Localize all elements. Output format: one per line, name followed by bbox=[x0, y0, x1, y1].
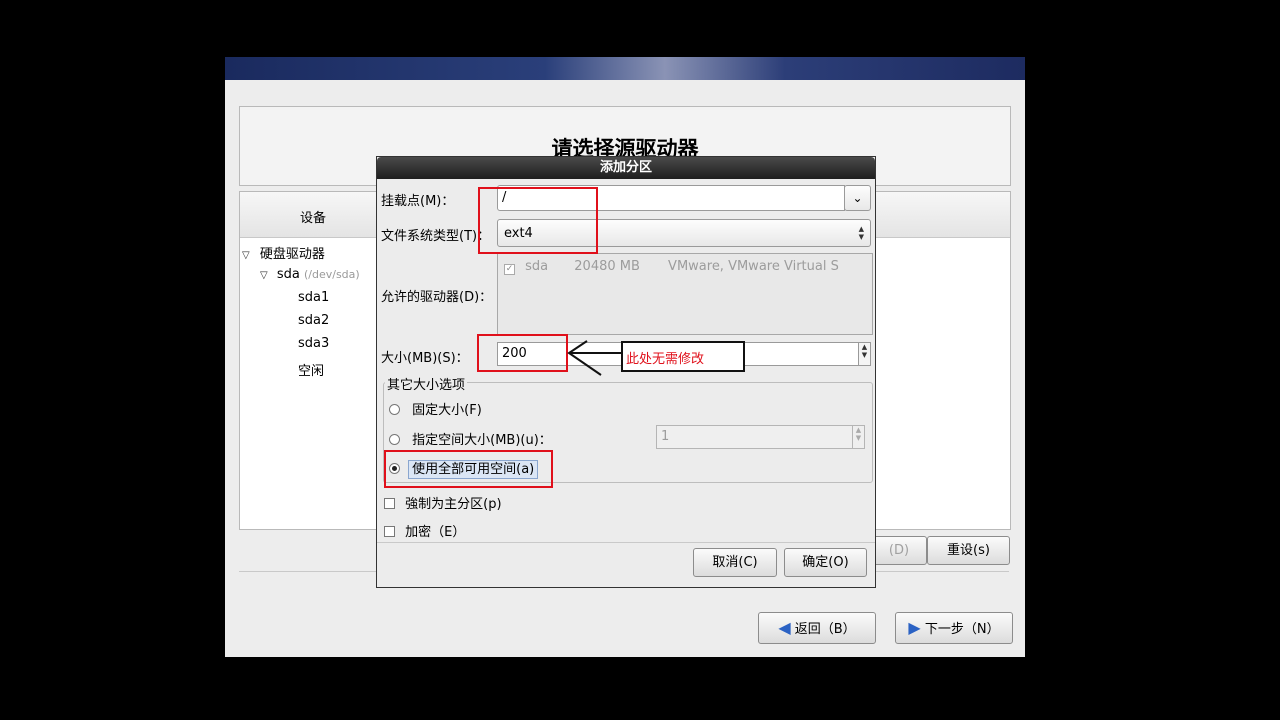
encrypt-option[interactable]: 加密（E） bbox=[384, 521, 465, 540]
annotation-highlight-fill bbox=[384, 450, 553, 488]
next-button-label: 下一步（N） bbox=[924, 622, 1000, 637]
drive-checkbox[interactable]: ✓ bbox=[504, 264, 515, 275]
back-button[interactable]: ◀ 返回（B） bbox=[758, 612, 876, 644]
add-partition-dialog: 添加分区 挂载点(M)： / ⌄ 文件系统类型(T)： ext4 ▲ ▼ 允许的驱… bbox=[376, 156, 876, 588]
chevron-down-icon: ⌄ bbox=[852, 191, 863, 205]
fixed-size-label: 固定大小(F) bbox=[412, 403, 482, 418]
delete-button: (D) bbox=[871, 536, 927, 565]
force-primary-checkbox[interactable] bbox=[384, 498, 395, 509]
mount-point-label: 挂载点(M)： bbox=[381, 194, 455, 209]
device-column-label: 设备 bbox=[300, 211, 327, 226]
tree-item-label: sda bbox=[276, 267, 300, 282]
expander-down-icon: ▽ bbox=[260, 270, 268, 281]
installer-banner bbox=[225, 57, 1025, 80]
annotation-note-text: 此处无需修改 bbox=[626, 352, 705, 367]
tree-item-sda2[interactable]: sda2 bbox=[298, 313, 329, 328]
size-spin-button[interactable]: ▲ ▼ bbox=[858, 342, 871, 366]
expander-down-icon: ▽ bbox=[242, 250, 250, 261]
tree-item-free[interactable]: 空闲 bbox=[298, 360, 324, 379]
force-primary-option[interactable]: 強制为主分区(p) bbox=[384, 493, 502, 512]
upto-size-radio[interactable] bbox=[389, 434, 400, 445]
arrow-right-icon: ▶ bbox=[908, 618, 921, 637]
drive-name: sda bbox=[525, 259, 549, 274]
tree-item-sda3[interactable]: sda3 bbox=[298, 336, 329, 351]
mount-point-dropdown-button[interactable]: ⌄ bbox=[844, 185, 871, 211]
reset-button[interactable]: 重设(s) bbox=[927, 536, 1010, 565]
dialog-separator bbox=[377, 542, 875, 543]
next-button[interactable]: ▶ 下一步（N） bbox=[895, 612, 1013, 644]
encrypt-label: 加密（E） bbox=[405, 525, 466, 540]
allowed-drives-label: 允许的驱动器(D)： bbox=[381, 290, 493, 305]
upto-size-label: 指定空间大小(MB)(u)： bbox=[412, 433, 552, 448]
annotation-arrow-icon bbox=[567, 340, 623, 376]
drive-row-sda[interactable]: ✓ sda 20480 MB VMware, VMware Virtual S bbox=[504, 259, 839, 275]
annotation-highlight-mount-fs bbox=[478, 187, 598, 254]
upto-size-spin-button: ▲ ▼ bbox=[852, 425, 865, 449]
other-size-options-label: 其它大小选项 bbox=[385, 374, 468, 393]
cancel-button[interactable]: 取消(C) bbox=[693, 548, 777, 577]
annotation-highlight-size bbox=[477, 334, 568, 372]
drive-model: VMware, VMware Virtual S bbox=[668, 259, 839, 274]
arrow-left-icon: ◀ bbox=[778, 618, 791, 637]
updown-chevron-icon: ▲ ▼ bbox=[858, 225, 864, 241]
encrypt-checkbox[interactable] bbox=[384, 526, 395, 537]
force-primary-label: 強制为主分区(p) bbox=[405, 497, 502, 512]
ok-button[interactable]: 确定(O) bbox=[784, 548, 867, 577]
tree-item-label: 硬盘驱动器 bbox=[259, 247, 325, 262]
upto-size-value: 1 bbox=[661, 429, 670, 444]
back-button-label: 返回（B） bbox=[794, 622, 856, 637]
annotation-note-box: 此处无需修改 bbox=[621, 341, 745, 372]
tree-item-hard-drives[interactable]: ▽ 硬盘驱动器 bbox=[242, 243, 325, 262]
fs-type-label: 文件系统类型(T)： bbox=[381, 229, 491, 244]
dialog-title: 添加分区 bbox=[377, 157, 875, 179]
disk-path: (/dev/sda) bbox=[303, 268, 360, 281]
tree-item-sda1[interactable]: sda1 bbox=[298, 290, 329, 305]
drive-size: 20480 MB bbox=[574, 259, 640, 274]
upto-size-option[interactable]: 指定空间大小(MB)(u)： bbox=[389, 429, 552, 448]
tree-item-sda[interactable]: ▽ sda (/dev/sda) bbox=[260, 267, 360, 282]
allowed-drives-list[interactable]: ✓ sda 20480 MB VMware, VMware Virtual S bbox=[497, 253, 873, 335]
fixed-size-radio[interactable] bbox=[389, 404, 400, 415]
upto-size-input: 1 bbox=[656, 425, 853, 449]
size-label: 大小(MB)(S)： bbox=[381, 351, 469, 366]
fixed-size-option[interactable]: 固定大小(F) bbox=[389, 399, 482, 418]
